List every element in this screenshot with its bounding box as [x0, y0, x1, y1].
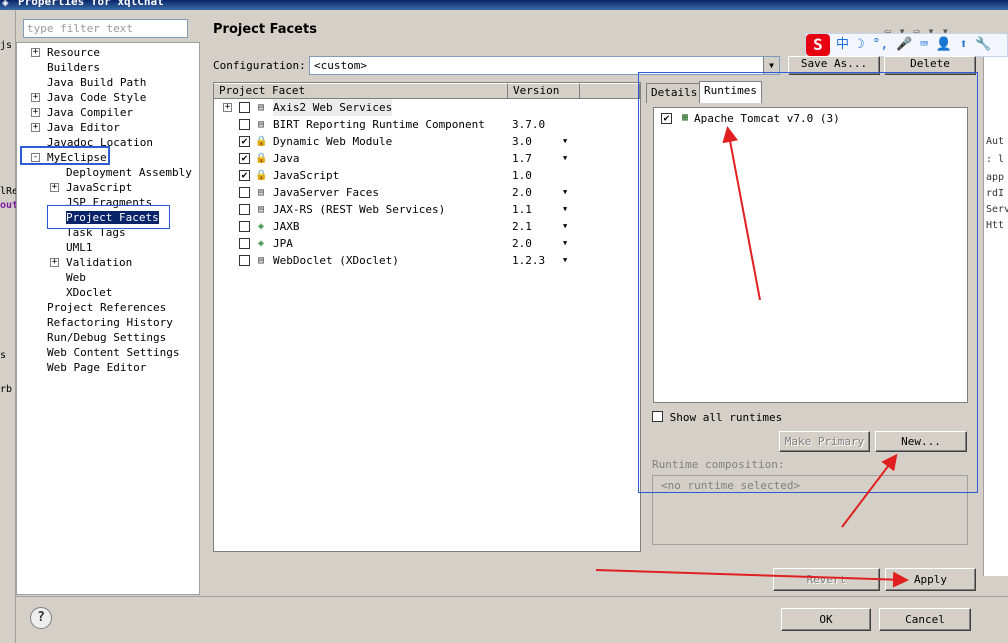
arrow-to-new: [841, 453, 898, 528]
arrow-to-apply: [595, 569, 909, 588]
annotation-arrows: [595, 126, 909, 588]
arrow-to-tomcat: [722, 126, 761, 301]
